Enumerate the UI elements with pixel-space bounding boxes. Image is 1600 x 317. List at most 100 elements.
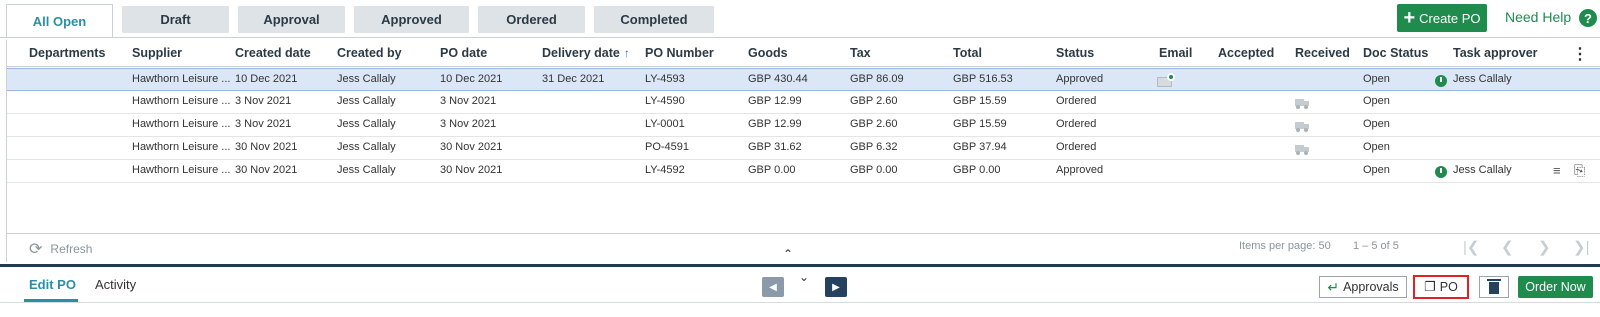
copy-po-button[interactable]: ❐ PO	[1413, 275, 1469, 299]
delete-button[interactable]	[1479, 276, 1509, 298]
col-total[interactable]: Total	[953, 46, 982, 60]
cell-total: GBP 15.59	[953, 118, 1007, 130]
column-menu-icon[interactable]: ⋮	[1572, 44, 1588, 64]
cell-created-date: 30 Nov 2021	[235, 141, 298, 153]
cell-po-number: LY-4590	[645, 95, 685, 107]
pending-clock-icon	[1435, 75, 1447, 87]
refresh-button[interactable]: ⟳ Refresh	[29, 239, 92, 259]
copy-icon: ❐	[1424, 279, 1436, 294]
tab-ordered[interactable]: Ordered	[478, 6, 585, 33]
tab-edit-po[interactable]: Edit PO	[29, 277, 76, 292]
table-row[interactable]: Hawthorn Leisure ... 30 Nov 2021 Jess Call…	[7, 137, 1600, 160]
cell-goods: GBP 31.62	[748, 141, 802, 153]
col-accepted[interactable]: Accepted	[1218, 46, 1274, 60]
col-goods[interactable]: Goods	[748, 46, 788, 60]
question-icon[interactable]: ?	[1579, 9, 1597, 27]
col-tax[interactable]: Tax	[850, 46, 871, 60]
tab-all-open[interactable]: All Open	[6, 4, 113, 38]
next-record-button[interactable]: ▶	[825, 277, 847, 297]
col-email[interactable]: Email	[1159, 46, 1192, 60]
table-row[interactable]: Hawthorn Leisure ... 3 Nov 2021 Jess Calla…	[7, 114, 1600, 137]
attachment-icon[interactable]: ⎘	[1574, 162, 1585, 179]
approvals-button[interactable]: ↵ Approvals	[1319, 276, 1407, 298]
cell-status: Ordered	[1056, 141, 1097, 153]
email-status-dot	[1167, 73, 1175, 81]
return-arrow-icon: ↵	[1327, 278, 1340, 295]
col-task-approver[interactable]: Task approver	[1453, 46, 1538, 60]
next-page-icon[interactable]: ❯	[1538, 238, 1551, 256]
cell-goods: GBP 430.44	[748, 73, 808, 85]
cell-po-number: LY-0001	[645, 118, 685, 130]
prev-record-button[interactable]: ◀	[762, 277, 784, 297]
cell-doc-status: Open	[1363, 95, 1390, 107]
cell-created-by: Jess Callaly	[337, 118, 396, 130]
tab-activity[interactable]: Activity	[95, 277, 136, 292]
caret-left-icon: ◀	[769, 281, 777, 293]
cell-tax: GBP 2.60	[850, 118, 898, 130]
tab-approval[interactable]: Approval	[238, 6, 345, 33]
cell-total: GBP 0.00	[953, 164, 1001, 176]
collapse-down-icon[interactable]: ⌄	[799, 270, 809, 284]
col-created-date[interactable]: Created date	[235, 46, 311, 60]
col-received[interactable]: Received	[1295, 46, 1350, 60]
col-doc-status[interactable]: Doc Status	[1363, 46, 1428, 60]
col-delivery-date[interactable]: Delivery date ↑	[542, 46, 630, 60]
first-page-icon[interactable]: |❮	[1463, 238, 1479, 256]
table-row[interactable]: Hawthorn Leisure ... 30 Nov 2021 Jess Call…	[7, 160, 1600, 183]
table-row[interactable]: Hawthorn Leisure ... 3 Nov 2021 Jess Calla…	[7, 91, 1600, 114]
truck-w2	[1304, 105, 1308, 109]
cell-task-approver: Jess Callaly	[1453, 73, 1512, 85]
cell-delivery-date: 31 Dec 2021	[542, 73, 605, 85]
last-page-icon[interactable]: ❯|	[1573, 238, 1589, 256]
cell-total: GBP 516.53	[953, 73, 1013, 85]
col-po-number[interactable]: PO Number	[645, 46, 714, 60]
create-po-button[interactable]: + Create PO	[1397, 4, 1487, 32]
trash-icon	[1487, 279, 1501, 294]
cell-task-approver: Jess Callaly	[1453, 164, 1512, 176]
cell-created-by: Jess Callaly	[337, 164, 396, 176]
cell-created-date: 3 Nov 2021	[235, 118, 292, 130]
items-per-page[interactable]: Items per page: 50	[1239, 240, 1331, 252]
col-status[interactable]: Status	[1056, 46, 1094, 60]
tab-draft[interactable]: Draft	[122, 6, 229, 33]
notes-icon[interactable]: ≡	[1553, 163, 1561, 178]
need-help-link[interactable]: Need Help	[1505, 9, 1571, 25]
cell-po-date: 3 Nov 2021	[440, 95, 497, 107]
cell-created-date: 30 Nov 2021	[235, 164, 298, 176]
col-departments[interactable]: Departments	[29, 46, 105, 60]
truck-icon[interactable]	[1295, 99, 1309, 109]
tab-approved[interactable]: Approved	[354, 6, 469, 33]
cell-goods: GBP 12.99	[748, 118, 802, 130]
truck-icon[interactable]	[1295, 122, 1309, 132]
cell-tax: GBP 2.60	[850, 95, 898, 107]
col-created-by[interactable]: Created by	[337, 46, 402, 60]
cell-po-date: 10 Dec 2021	[440, 73, 503, 85]
expand-up-icon[interactable]: ⌃	[783, 247, 793, 261]
refresh-label: Refresh	[50, 242, 93, 256]
email-sent-icon[interactable]	[1157, 73, 1175, 87]
create-po-label: Create PO	[1419, 10, 1481, 26]
cell-created-by: Jess Callaly	[337, 73, 396, 85]
col-delivery-date-label: Delivery date	[542, 46, 620, 60]
cell-doc-status: Open	[1363, 73, 1390, 85]
order-now-button[interactable]: Order Now	[1518, 276, 1593, 298]
tab-completed[interactable]: Completed	[594, 6, 714, 33]
cell-status: Ordered	[1056, 95, 1097, 107]
tabs-divider	[0, 37, 1600, 38]
table-row[interactable]: Hawthorn Leisure ... 10 Dec 2021 Jess Call…	[7, 68, 1600, 91]
cell-supplier: Hawthorn Leisure ...	[132, 141, 230, 153]
truck-w1	[1296, 128, 1300, 132]
cell-total: GBP 15.59	[953, 95, 1007, 107]
cell-po-date: 30 Nov 2021	[440, 164, 503, 176]
col-po-date[interactable]: PO date	[440, 46, 487, 60]
col-supplier[interactable]: Supplier	[132, 46, 182, 60]
po-table: Departments Supplier Created date Create…	[6, 40, 1600, 233]
table-footer: ⟳ Refresh Items per page: 50 1 – 5 of 5 …	[6, 233, 1600, 262]
sort-ascending-icon: ↑	[623, 46, 630, 60]
cell-po-number: LY-4592	[645, 164, 685, 176]
prev-page-icon[interactable]: ❮	[1501, 238, 1514, 256]
cell-created-by: Jess Callaly	[337, 141, 396, 153]
cell-po-number: PO-4591	[645, 141, 690, 153]
truck-w1	[1296, 105, 1300, 109]
truck-icon[interactable]	[1295, 145, 1309, 155]
